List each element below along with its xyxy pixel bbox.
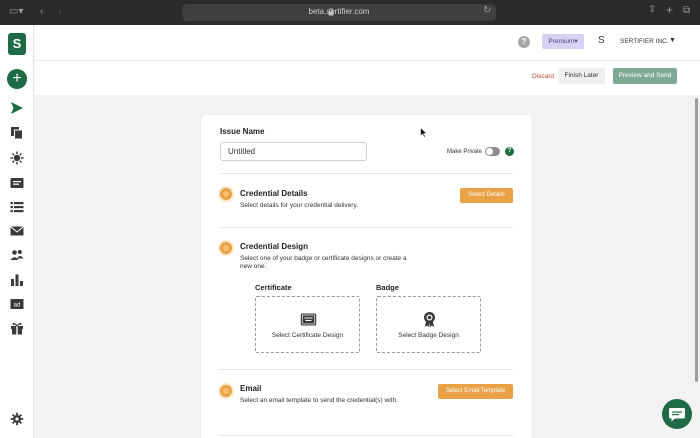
svg-text:ad: ad: [14, 303, 21, 309]
logo-letter: S: [12, 36, 22, 51]
badge-heading: Badge: [376, 283, 399, 292]
select-certificate-design-label: Select Certificate Design: [271, 332, 344, 339]
back-icon[interactable]: ‹: [40, 6, 43, 18]
credential-design-title: Credential Design: [240, 242, 309, 251]
plan-badge[interactable]: Premium▾: [542, 34, 584, 49]
reload-icon[interactable]: ↻: [483, 5, 491, 17]
credential-details-desc: Select details for your credential deliv…: [240, 202, 359, 209]
organization-name[interactable]: SERTIFIER INC.: [620, 38, 669, 45]
credential-details-title: Credential Details: [240, 189, 308, 198]
email-step-desc: Select an email template to send the cre…: [240, 397, 398, 404]
list-icon[interactable]: [10, 200, 24, 214]
credential-design-desc-line2: new one.: [240, 263, 267, 270]
gear-icon[interactable]: [10, 412, 24, 426]
select-certificate-design-card[interactable]: Select Certificate Design: [255, 296, 360, 353]
preview-and-send-button[interactable]: Preview and Send: [613, 68, 677, 84]
browser-toolbar: ▭▾ ‹ › beta.sertifier.com ↻ ⇪ + ⧉: [0, 0, 700, 25]
step-indicator-email: [220, 385, 232, 397]
divider: [220, 227, 513, 228]
chevron-down-icon[interactable]: ▼: [669, 37, 676, 44]
users-icon[interactable]: [10, 248, 24, 262]
plan-label: Premium: [548, 38, 575, 45]
gift-icon[interactable]: [10, 321, 24, 335]
select-email-template-button[interactable]: Select Email Template: [438, 384, 513, 399]
left-sidebar: S + ad: [0, 25, 34, 438]
sertifier-logo[interactable]: S: [8, 33, 26, 55]
select-details-button[interactable]: Select Details: [460, 188, 513, 203]
select-badge-design-card[interactable]: Select Badge Design: [376, 296, 481, 353]
select-badge-design-label: Select Badge Design: [398, 332, 459, 339]
share-icon[interactable]: ⇪: [648, 4, 656, 16]
help-icon[interactable]: ?: [518, 36, 530, 48]
ad-icon[interactable]: ad: [10, 297, 24, 311]
sidebar-toggle-icon[interactable]: ▭▾: [9, 6, 23, 18]
copy-icon[interactable]: [10, 126, 24, 140]
send-icon[interactable]: [10, 101, 24, 115]
divider: [220, 369, 513, 370]
discard-button[interactable]: Discard: [532, 73, 554, 80]
step-indicator-design: [220, 242, 232, 254]
credential-icon[interactable]: [10, 176, 24, 190]
step-indicator-details: [220, 188, 232, 200]
divider: [220, 173, 513, 174]
top-header: ? Premium▾ S SERTIFIER INC. ▼: [35, 25, 700, 61]
page-scrollbar[interactable]: [695, 98, 698, 382]
url-text: beta.sertifier.com: [308, 7, 370, 16]
info-icon[interactable]: ?: [505, 147, 514, 156]
add-button[interactable]: +: [7, 69, 27, 89]
certificate-icon: [300, 313, 317, 326]
credential-design-desc-line1: Select one of your badge or certificate …: [240, 255, 407, 262]
mail-icon[interactable]: [10, 224, 24, 238]
make-private-toggle[interactable]: [485, 147, 500, 156]
tab-overview-icon[interactable]: ⧉: [683, 5, 690, 17]
integration-icon[interactable]: [10, 151, 24, 165]
address-bar[interactable]: beta.sertifier.com: [182, 4, 496, 21]
mouse-cursor-icon: [420, 127, 428, 138]
issue-name-input[interactable]: [220, 142, 367, 161]
forward-icon[interactable]: ›: [58, 6, 61, 18]
chat-button[interactable]: [662, 399, 692, 429]
chat-icon: [669, 408, 685, 422]
badge-icon: [424, 312, 435, 328]
issue-card: Issue Name Make Private ? Credential Det…: [201, 115, 532, 438]
email-step-title: Email: [240, 384, 262, 393]
analytics-icon[interactable]: [10, 273, 24, 287]
avatar[interactable]: S: [598, 35, 605, 46]
finish-later-button[interactable]: Finish Later: [558, 68, 605, 84]
divider: [220, 435, 513, 436]
new-tab-icon[interactable]: +: [666, 4, 673, 16]
toggle-knob: [486, 148, 493, 155]
action-bar: Discard Finish Later Preview and Send: [35, 61, 700, 95]
certificate-heading: Certificate: [255, 283, 292, 292]
make-private-label: Make Private: [447, 149, 483, 155]
issue-name-label: Issue Name: [220, 127, 265, 136]
